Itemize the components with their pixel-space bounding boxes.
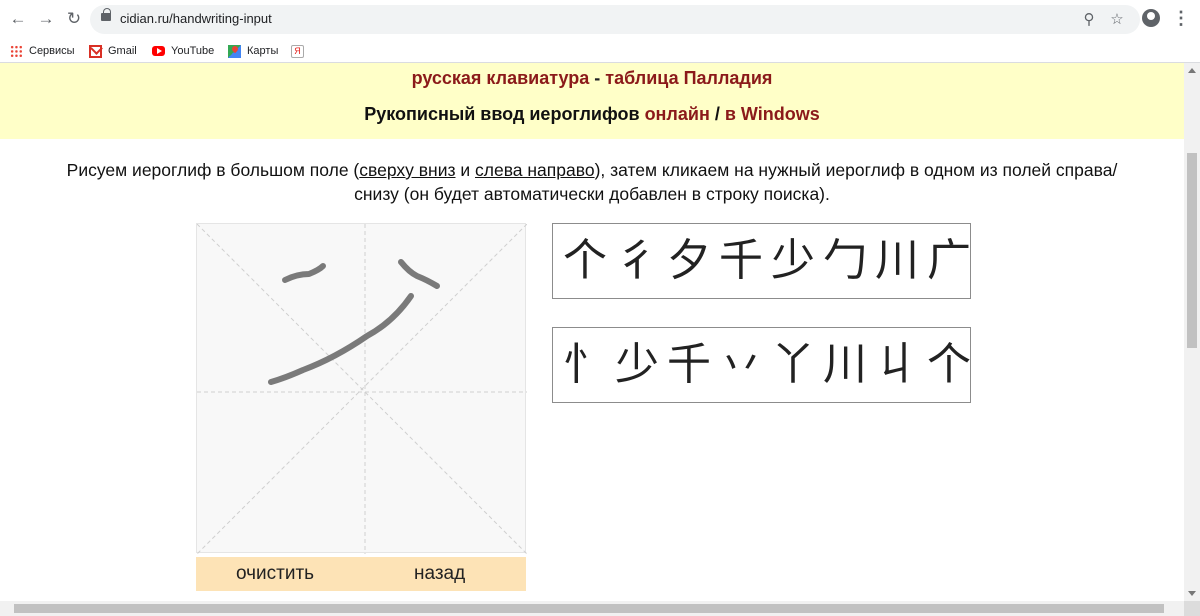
youtube-icon: [152, 46, 165, 56]
candidate-character[interactable]: 丷: [719, 343, 763, 387]
back-arrow-icon[interactable]: ←: [8, 9, 28, 29]
bookmark-label: YouTube: [171, 45, 215, 57]
horizontal-scroll-thumb[interactable]: [14, 604, 1164, 613]
bookmark-star-icon[interactable]: ☆: [1108, 11, 1126, 29]
candidate-character[interactable]: 丫: [771, 343, 815, 387]
banner-links: русская клавиатура - таблица Палладия: [0, 68, 1184, 89]
reload-icon[interactable]: ↻: [64, 9, 84, 29]
title-slash: /: [709, 104, 725, 124]
handwriting-canvas[interactable]: [196, 223, 527, 554]
candidate-character[interactable]: 少: [771, 239, 815, 283]
candidate-character[interactable]: 千: [719, 239, 763, 283]
candidate-character[interactable]: 个: [563, 239, 607, 283]
candidate-character[interactable]: 广: [927, 239, 971, 283]
instructions-part: и: [455, 160, 475, 180]
apps-grid-icon: [10, 44, 23, 58]
canvas-controls: очистить назад: [196, 557, 526, 591]
bookmark-services[interactable]: Сервисы: [10, 42, 75, 60]
candidates-box-secondary: 忄少千丷丫川丩个: [552, 327, 971, 403]
bookmark-label: Сервисы: [29, 45, 75, 57]
candidates-box-primary: 个彳夕千少勹川广: [552, 223, 971, 299]
online-link[interactable]: онлайн: [645, 104, 710, 124]
gmail-icon: [89, 44, 102, 58]
candidate-character[interactable]: 川: [875, 239, 919, 283]
maps-icon: [228, 44, 241, 58]
candidate-character[interactable]: 彳: [615, 239, 659, 283]
candidate-character[interactable]: 忄: [563, 343, 607, 387]
page-viewport: русская клавиатура - таблица Палладия Ру…: [0, 63, 1184, 601]
page-title-text: Рукописный ввод иероглифов: [364, 104, 645, 124]
scroll-down-icon[interactable]: [1188, 591, 1196, 596]
scroll-up-icon[interactable]: [1188, 68, 1196, 73]
bookmark-youtube[interactable]: YouTube: [152, 42, 214, 60]
windows-link[interactable]: в Windows: [725, 104, 820, 124]
bookmark-label: Карты: [247, 45, 279, 57]
instructions-text: Рисуем иероглиф в большом поле (сверху в…: [0, 158, 1184, 206]
canvas-grid: [197, 224, 527, 554]
address-bar[interactable]: cidian.ru/handwriting-input ⚲ ☆: [90, 5, 1140, 34]
lock-icon[interactable]: [101, 8, 111, 21]
scrollbar-corner: [1184, 601, 1200, 616]
palladius-table-link[interactable]: таблица Палладия: [605, 68, 772, 88]
bookmarks-bar: Сервисы Gmail YouTube Карты Я: [0, 38, 1200, 63]
drawn-stroke: [282, 263, 326, 283]
header-banner: русская клавиатура - таблица Палладия Ру…: [0, 63, 1184, 139]
page-title: Рукописный ввод иероглифов онлайн / в Wi…: [0, 104, 1184, 125]
candidate-character[interactable]: 千: [667, 343, 711, 387]
profile-avatar-icon[interactable]: [1142, 9, 1160, 27]
instructions-part: Рисуем иероглиф в большом поле (: [66, 160, 360, 180]
candidate-character[interactable]: 个: [927, 343, 971, 387]
drawn-stroke: [268, 293, 414, 385]
candidate-character[interactable]: 少: [615, 343, 659, 387]
yandex-icon: Я: [291, 44, 304, 58]
left-right-link[interactable]: слева направо: [475, 160, 595, 180]
vertical-scrollbar[interactable]: [1184, 63, 1200, 601]
candidate-character[interactable]: 丩: [875, 343, 919, 387]
banner-separator: -: [589, 68, 606, 88]
bookmark-yandex[interactable]: Я: [291, 42, 310, 60]
instructions-line2: снизу (он будет автоматически добавлен в…: [354, 184, 830, 204]
candidate-character[interactable]: 川: [823, 343, 867, 387]
bookmark-gmail[interactable]: Gmail: [89, 42, 137, 60]
instructions-part: ), затем кликаем на нужный иероглиф в од…: [594, 160, 1118, 180]
horizontal-scrollbar[interactable]: [0, 601, 1184, 616]
url-text[interactable]: cidian.ru/handwriting-input: [120, 11, 272, 26]
top-down-link[interactable]: сверху вниз: [359, 160, 455, 180]
russian-keyboard-link[interactable]: русская клавиатура: [412, 68, 590, 88]
candidate-character[interactable]: 勹: [823, 239, 867, 283]
forward-arrow-icon[interactable]: →: [36, 9, 56, 29]
browser-toolbar: ← → ↻ cidian.ru/handwriting-input ⚲ ☆ ⋮: [0, 0, 1200, 38]
candidate-character[interactable]: 夕: [667, 239, 711, 283]
bookmark-label: Gmail: [108, 45, 137, 57]
browser-menu-icon[interactable]: ⋮: [1172, 8, 1190, 28]
zoom-icon[interactable]: ⚲: [1080, 11, 1098, 29]
clear-button[interactable]: очистить: [236, 561, 314, 587]
undo-button[interactable]: назад: [414, 561, 465, 587]
drawn-stroke: [398, 259, 440, 289]
vertical-scroll-thumb[interactable]: [1187, 153, 1197, 348]
bookmark-maps[interactable]: Карты: [228, 42, 278, 60]
